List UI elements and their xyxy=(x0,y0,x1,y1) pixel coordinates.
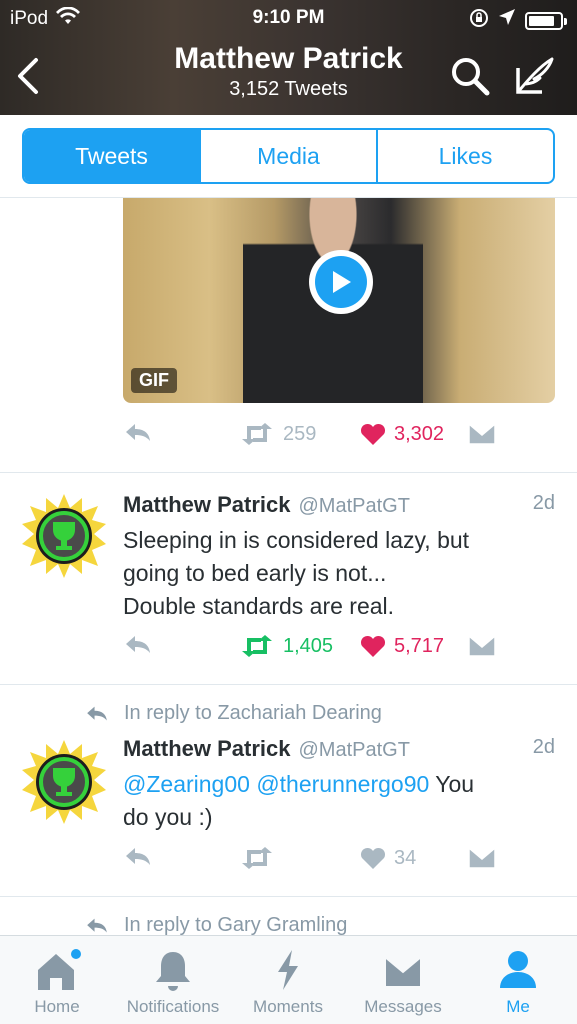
divider xyxy=(0,684,577,685)
reply-icon xyxy=(87,918,107,933)
envelope-icon xyxy=(468,423,496,445)
heart-icon xyxy=(360,423,386,445)
play-button[interactable] xyxy=(309,250,373,314)
retweet-icon xyxy=(242,635,272,657)
reply-button[interactable] xyxy=(123,846,153,868)
tab-label: Me xyxy=(506,997,530,1016)
tab-label: Notifications xyxy=(126,997,220,1016)
profile-name: Matthew Patrick xyxy=(174,42,403,75)
reply-icon xyxy=(126,636,150,653)
like-button[interactable]: 5,717 xyxy=(360,634,444,658)
envelope-icon xyxy=(384,956,422,988)
retweet-button[interactable] xyxy=(239,846,275,870)
tab-media[interactable]: Media xyxy=(199,130,376,182)
tweet-actions: 1,405 5,717 xyxy=(123,634,577,666)
battery-icon xyxy=(525,12,567,30)
author-handle[interactable]: @MatPatGT xyxy=(299,739,410,762)
reply-context-text: In reply to Gary Gramling xyxy=(124,914,348,936)
tweet-actions: 34 xyxy=(123,846,577,878)
person-icon xyxy=(500,951,536,988)
mention-link[interactable]: @therunnergo90 xyxy=(256,771,429,797)
tweet-time: 2d xyxy=(532,736,555,758)
location-icon xyxy=(499,9,515,33)
like-button[interactable]: 3,302 xyxy=(360,422,444,446)
tweet-text: @Zearing00 @therunnergo90 You do you :) xyxy=(123,768,543,834)
tweet-text: Sleeping in is considered lazy, but goin… xyxy=(123,524,543,623)
profile-header: iPod 9:10 PM Matthew Patrick 3,152 Tweet… xyxy=(0,0,577,115)
profile-tabs: Tweets Media Likes xyxy=(22,128,555,184)
tab-messages[interactable]: Messages xyxy=(356,948,450,1017)
tweet-text-fragment: You xyxy=(435,771,475,797)
like-count: 34 xyxy=(394,846,417,869)
like-count: 5,717 xyxy=(394,634,445,657)
heart-icon xyxy=(360,635,386,657)
author-handle[interactable]: @MatPatGT xyxy=(299,495,410,518)
author-name[interactable]: Matthew Patrick xyxy=(123,492,291,518)
reply-icon xyxy=(87,706,107,721)
bell-icon xyxy=(156,952,190,991)
tweet-text-line: do you :) xyxy=(123,804,213,830)
reply-button[interactable] xyxy=(123,634,153,656)
divider xyxy=(0,472,577,473)
lightning-icon xyxy=(278,950,298,990)
like-button[interactable]: 34 xyxy=(360,846,416,870)
dm-button[interactable] xyxy=(468,846,496,870)
compose-button[interactable] xyxy=(514,56,556,96)
reply-icon xyxy=(126,424,150,441)
retweet-count: 1,405 xyxy=(283,634,334,657)
author-name[interactable]: Matthew Patrick xyxy=(123,736,291,762)
search-icon xyxy=(452,58,490,96)
retweet-count: 259 xyxy=(283,422,317,445)
rotation-lock-icon xyxy=(469,8,489,34)
retweet-icon xyxy=(242,423,272,445)
envelope-icon xyxy=(468,635,496,657)
reply-button[interactable] xyxy=(123,422,153,444)
reply-context[interactable]: In reply to Zachariah Dearing xyxy=(84,702,382,725)
envelope-icon xyxy=(468,847,496,869)
tab-label: Moments xyxy=(253,997,323,1016)
compose-icon xyxy=(516,57,554,94)
bottom-tab-bar: Home Notifications Moments Messages Me xyxy=(0,935,577,1024)
tweet-text-line: Double standards are real. xyxy=(123,593,395,619)
home-icon xyxy=(38,949,81,990)
gif-media[interactable]: GIF xyxy=(123,198,555,403)
tab-me[interactable]: Me xyxy=(488,948,548,1017)
tab-label: Home xyxy=(34,997,80,1016)
retweet-icon xyxy=(242,847,272,869)
retweet-button[interactable]: 259 xyxy=(239,422,316,446)
dm-button[interactable] xyxy=(468,634,496,658)
tweet-count: 3,152 Tweets xyxy=(229,78,348,100)
tab-home[interactable]: Home xyxy=(18,948,96,1017)
play-icon xyxy=(333,271,351,293)
heart-icon xyxy=(360,847,386,869)
reply-context-text: In reply to Zachariah Dearing xyxy=(124,702,382,724)
tweet-text-line: going to bed early is not... xyxy=(123,560,387,586)
dm-button[interactable] xyxy=(468,422,496,446)
status-bar: iPod 9:10 PM xyxy=(0,0,577,36)
tab-tweets[interactable]: Tweets xyxy=(24,130,199,182)
battery-fill xyxy=(529,16,554,26)
reply-icon xyxy=(126,848,150,865)
gif-badge: GIF xyxy=(131,368,177,393)
mention-link[interactable]: @Zearing00 xyxy=(123,771,250,797)
tab-notifications[interactable]: Notifications xyxy=(114,948,232,1017)
tab-moments[interactable]: Moments xyxy=(245,948,331,1017)
divider xyxy=(0,896,577,897)
tweet-time: 2d xyxy=(532,492,555,514)
tweet-text-line: Sleeping in is considered lazy, but xyxy=(123,527,470,553)
tab-label: Messages xyxy=(364,997,442,1016)
avatar[interactable] xyxy=(22,494,106,578)
retweet-button[interactable]: 1,405 xyxy=(239,634,333,658)
search-button[interactable] xyxy=(450,56,490,96)
like-count: 3,302 xyxy=(394,422,445,445)
tweet-actions: 259 3,302 xyxy=(123,422,577,454)
tab-likes[interactable]: Likes xyxy=(376,130,553,182)
avatar[interactable] xyxy=(22,740,106,824)
reply-context[interactable]: In reply to Gary Gramling xyxy=(84,914,347,937)
